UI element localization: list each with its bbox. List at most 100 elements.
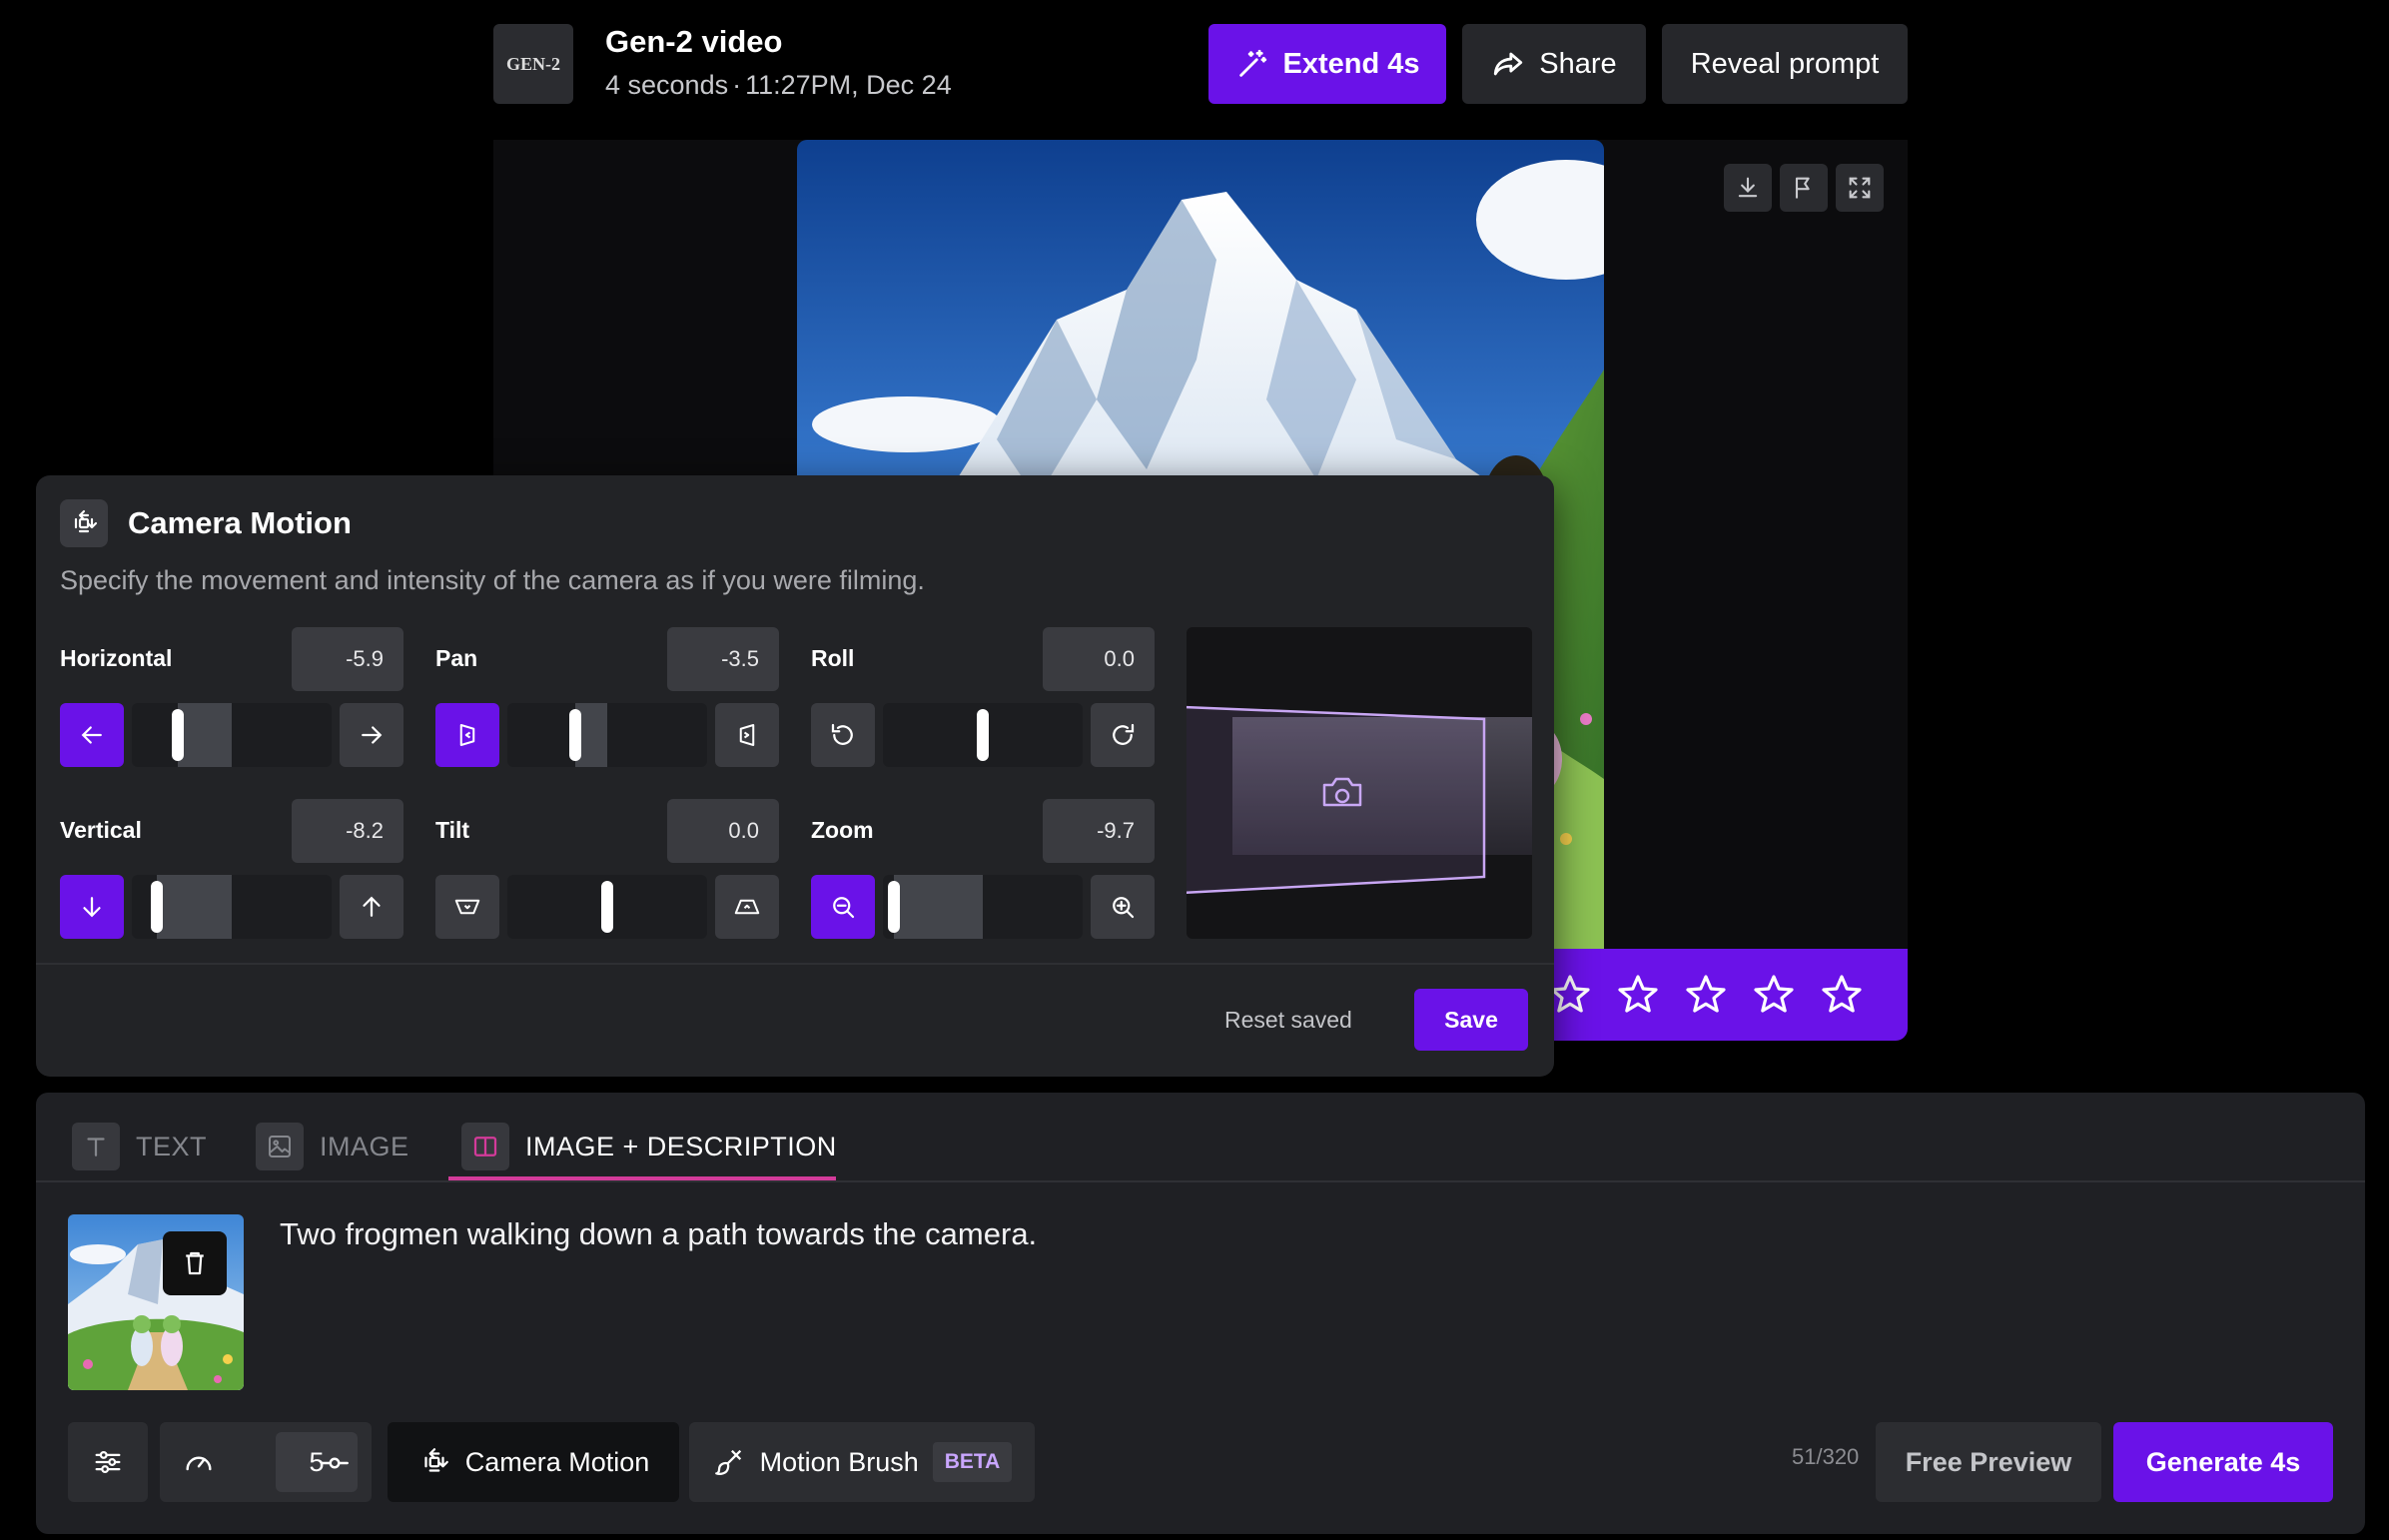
camera-motion-icon (424, 1448, 448, 1472)
tab-image-description-label: IMAGE + DESCRIPTION (525, 1131, 837, 1161)
horizontal-left-button[interactable] (60, 703, 124, 767)
camera-motion-icon (60, 499, 108, 547)
video-duration: 4 seconds (605, 70, 729, 100)
star-icon[interactable] (1614, 971, 1662, 1019)
camera-motion-title: Camera Motion (128, 505, 352, 540)
zoom-out-button[interactable] (811, 875, 875, 939)
pan-slider[interactable] (507, 703, 707, 767)
roll-left-button[interactable] (811, 703, 875, 767)
tilt-slider-knob[interactable] (601, 881, 613, 933)
tilt-label: Tilt (435, 817, 470, 843)
reveal-prompt-label: Reveal prompt (1690, 47, 1880, 80)
generate-button[interactable]: Generate 4s (2113, 1422, 2333, 1502)
arrow-down-icon (83, 897, 101, 918)
zoom-value[interactable]: -9.7 (1043, 799, 1155, 863)
character-count: 51/320 (1792, 1444, 1860, 1469)
zoom-out-icon (833, 897, 855, 919)
flag-icon (1795, 177, 1810, 199)
camera-panel-divider (36, 963, 1554, 965)
vertical-slider-fill (156, 875, 232, 939)
video-title: Gen-2 video (605, 24, 783, 59)
tilt-value[interactable]: 0.0 (667, 799, 779, 863)
star-icon[interactable] (1682, 971, 1730, 1019)
tilt-up-button[interactable] (715, 875, 779, 939)
horizontal-value[interactable]: -5.9 (292, 627, 403, 691)
tilt-down-icon (454, 899, 480, 915)
fullscreen-button[interactable] (1836, 164, 1884, 212)
zoom-label: Zoom (811, 817, 874, 843)
download-button[interactable] (1724, 164, 1772, 212)
pan-value[interactable]: -3.5 (667, 627, 779, 691)
sliders-icon (95, 1450, 121, 1474)
rotate-ccw-icon (831, 723, 853, 745)
flag-button[interactable] (1780, 164, 1828, 212)
save-button[interactable]: Save (1414, 989, 1528, 1051)
trash-icon (186, 1251, 204, 1275)
roll-slider-knob[interactable] (977, 709, 989, 761)
pan-right-button[interactable] (715, 703, 779, 767)
camera-motion-button[interactable]: Camera Motion (388, 1422, 679, 1502)
tab-image-description[interactable]: IMAGE + DESCRIPTION (461, 1115, 837, 1178)
horizontal-label: Horizontal (60, 645, 173, 671)
pan-left-icon (459, 724, 475, 746)
speedometer-icon (186, 1456, 212, 1471)
vertical-slider-knob[interactable] (150, 881, 163, 933)
reveal-prompt-button[interactable]: Reveal prompt (1662, 24, 1908, 104)
horizontal-slider-fill (177, 703, 232, 767)
roll-slider[interactable] (883, 703, 1083, 767)
extend-button[interactable]: Extend 4s (1208, 24, 1446, 104)
rating-bar (1518, 949, 1908, 1041)
zoom-slider-knob[interactable] (887, 881, 900, 933)
pan-slider-knob[interactable] (568, 709, 581, 761)
zoom-slider[interactable] (883, 875, 1083, 939)
horizontal-slider[interactable] (132, 703, 332, 767)
horizontal-slider-knob[interactable] (171, 709, 184, 761)
brush-icon (714, 1449, 741, 1475)
settings-button[interactable] (68, 1422, 148, 1502)
roll-label: Roll (811, 645, 855, 671)
tab-text-label: TEXT (136, 1131, 208, 1161)
share-icon (1494, 52, 1523, 76)
fullscreen-icon (1849, 177, 1871, 199)
share-button[interactable]: Share (1462, 24, 1646, 104)
arrow-right-icon (362, 726, 383, 744)
tilt-slider[interactable] (507, 875, 707, 939)
rotate-cw-icon (1113, 723, 1135, 745)
star-icon[interactable] (1750, 971, 1798, 1019)
motion-brush-label: Motion Brush (759, 1446, 919, 1477)
camera-motion-panel: Camera Motion Specify the movement and i… (36, 475, 1554, 1077)
tab-image-label: IMAGE (320, 1131, 409, 1161)
slider-adjust-icon[interactable] (318, 1446, 352, 1480)
vertical-slider[interactable] (132, 875, 332, 939)
delete-image-button[interactable] (163, 1231, 227, 1295)
pan-left-button[interactable] (435, 703, 499, 767)
arrow-left-icon (81, 726, 102, 744)
gen2-logo: GEN-2 (493, 24, 573, 104)
free-preview-button[interactable]: Free Preview (1876, 1422, 2101, 1502)
camera-motion-description: Specify the movement and intensity of th… (60, 565, 925, 595)
vertical-value[interactable]: -8.2 (292, 799, 403, 863)
share-label: Share (1539, 47, 1617, 80)
star-icon[interactable] (1818, 971, 1866, 1019)
camera-motion-button-label: Camera Motion (464, 1446, 650, 1477)
vertical-up-button[interactable] (340, 875, 403, 939)
zoom-in-icon (1113, 897, 1135, 919)
image-icon (256, 1123, 304, 1170)
tabs-divider (36, 1180, 2365, 1182)
vertical-down-button[interactable] (60, 875, 124, 939)
tilt-down-button[interactable] (435, 875, 499, 939)
roll-value[interactable]: 0.0 (1043, 627, 1155, 691)
zoom-in-button[interactable] (1091, 875, 1155, 939)
tab-text[interactable]: TEXT (72, 1115, 207, 1178)
meta-separator: · (732, 70, 742, 100)
reset-saved-button[interactable]: Reset saved (1224, 989, 1352, 1051)
extend-label: Extend 4s (1282, 47, 1420, 80)
pan-label: Pan (435, 645, 478, 671)
prompt-textarea[interactable]: Two frogmen walking down a path towards … (280, 1216, 1037, 1252)
pan-right-icon (739, 724, 755, 746)
tab-image[interactable]: IMAGE (256, 1115, 409, 1178)
motion-brush-button[interactable]: Motion Brush BETA (689, 1422, 1035, 1502)
arrow-up-icon (363, 896, 381, 917)
horizontal-right-button[interactable] (340, 703, 403, 767)
roll-right-button[interactable] (1091, 703, 1155, 767)
